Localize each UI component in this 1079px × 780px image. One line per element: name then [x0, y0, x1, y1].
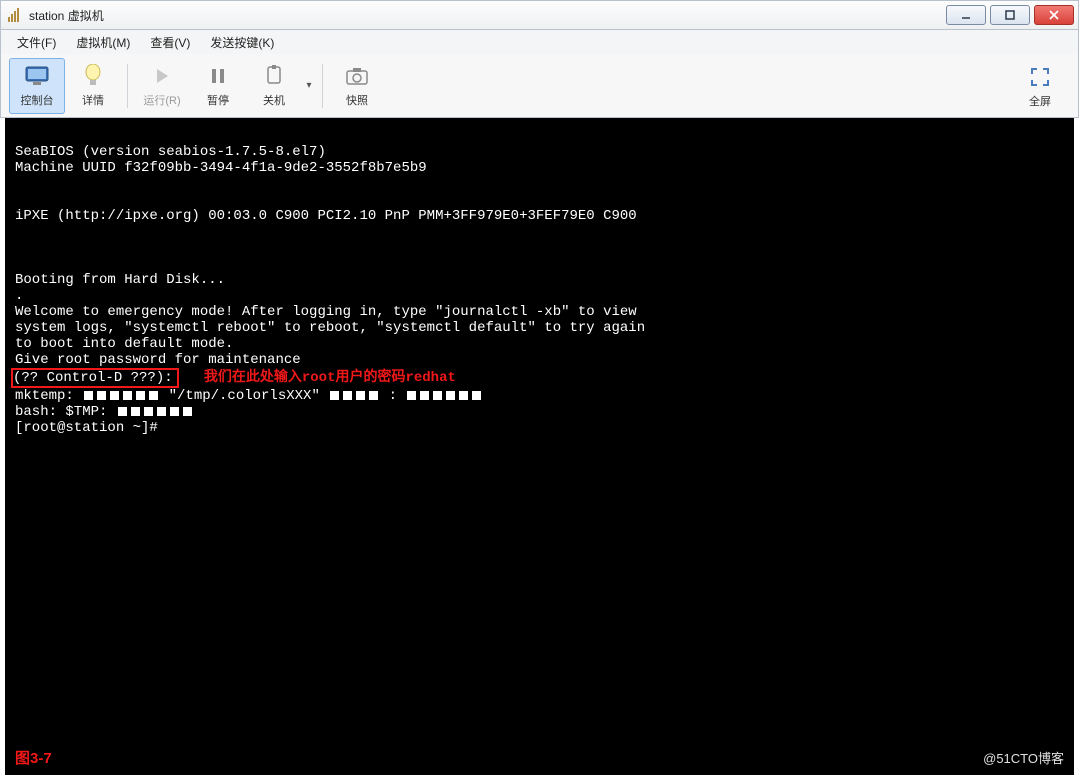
- details-label: 详情: [82, 92, 104, 108]
- menubar: 文件(F) 虚拟机(M) 查看(V) 发送按键(K): [0, 30, 1079, 54]
- shutdown-label: 关机: [263, 92, 285, 108]
- console-line: [root@station ~]#: [15, 420, 158, 436]
- monitor-icon: [24, 63, 50, 89]
- shutdown-button[interactable]: 关机: [246, 58, 302, 114]
- play-icon: [149, 63, 175, 89]
- snapshot-label: 快照: [346, 92, 368, 108]
- menu-view[interactable]: 查看(V): [140, 31, 200, 54]
- console-label: 控制台: [21, 92, 54, 108]
- menu-file[interactable]: 文件(F): [7, 31, 66, 54]
- console-line: "/tmp/.colorlsXXX": [160, 388, 328, 404]
- app-icon: [7, 7, 23, 23]
- console-line: mktemp:: [15, 388, 82, 404]
- power-icon: [261, 63, 287, 89]
- details-button[interactable]: 详情: [65, 58, 121, 114]
- console-line: iPXE (http://ipxe.org) 00:03.0 C900 PCI2…: [15, 208, 637, 224]
- shutdown-dropdown[interactable]: ▾: [302, 58, 316, 114]
- close-button[interactable]: [1034, 5, 1074, 25]
- window-buttons: [946, 5, 1074, 25]
- vm-console[interactable]: SeaBIOS (version seabios-1.7.5-8.el7) Ma…: [5, 118, 1074, 775]
- window-title: station 虚拟机: [29, 7, 946, 24]
- figure-label: 图3-7: [15, 751, 52, 767]
- fullscreen-label: 全屏: [1029, 93, 1051, 109]
- toolbar-separator: [322, 64, 323, 108]
- console-line: bash: $TMP:: [15, 404, 116, 420]
- fullscreen-button[interactable]: 全屏: [1012, 58, 1068, 114]
- menu-vm[interactable]: 虚拟机(M): [66, 31, 140, 54]
- watermark: @51CTO博客: [983, 751, 1064, 767]
- annotation-text: 我们在此处输入root用户的密码redhat: [204, 370, 456, 386]
- toolbar-separator: [127, 64, 128, 108]
- console-line: Machine UUID f32f09bb-3494-4f1a-9de2-355…: [15, 160, 427, 176]
- menu-sendkey[interactable]: 发送按键(K): [200, 31, 284, 54]
- console-line: SeaBIOS (version seabios-1.7.5-8.el7): [15, 144, 326, 160]
- console-line: (?? Control-D ???):: [13, 370, 173, 386]
- fullscreen-icon: [1027, 64, 1053, 90]
- maximize-button[interactable]: [990, 5, 1030, 25]
- minimize-button[interactable]: [946, 5, 986, 25]
- snapshot-button[interactable]: 快照: [329, 58, 385, 114]
- pause-label: 暂停: [207, 92, 229, 108]
- console-button[interactable]: 控制台: [9, 58, 65, 114]
- console-line: Booting from Hard Disk...: [15, 272, 225, 288]
- run-button: 运行(R): [134, 58, 190, 114]
- camera-icon: [344, 63, 370, 89]
- console-line: Welcome to emergency mode! After logging…: [15, 304, 637, 320]
- toolbar: 控制台 详情 运行(R) 暂停 关机 ▾ 快照 全屏: [0, 54, 1079, 118]
- run-label: 运行(R): [143, 92, 180, 108]
- pause-button[interactable]: 暂停: [190, 58, 246, 114]
- console-line: Give root password for maintenance: [15, 352, 301, 368]
- bulb-icon: [80, 63, 106, 89]
- highlighted-prompt: (?? Control-D ???):: [11, 368, 179, 388]
- console-line: system logs, "systemctl reboot" to reboo…: [15, 320, 645, 336]
- titlebar: station 虚拟机: [0, 0, 1079, 30]
- console-line: :: [380, 388, 405, 404]
- pause-icon: [205, 63, 231, 89]
- console-line: to boot into default mode.: [15, 336, 233, 352]
- console-line: .: [15, 288, 23, 304]
